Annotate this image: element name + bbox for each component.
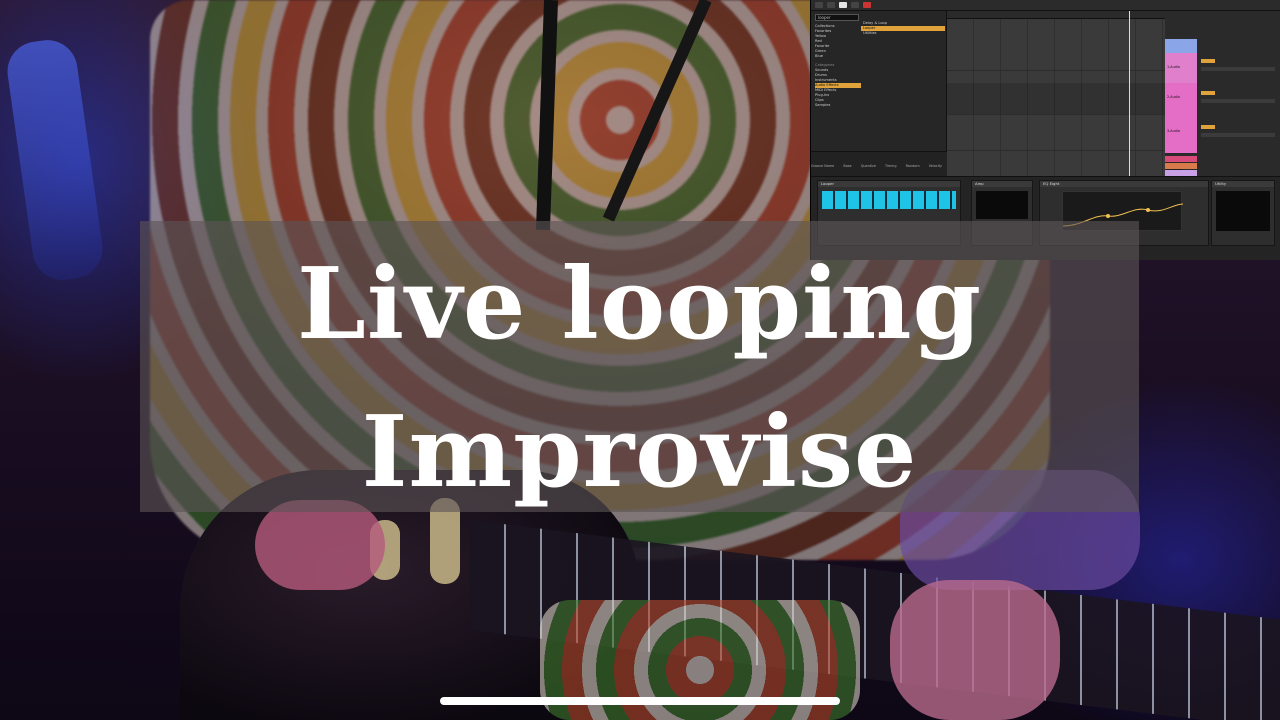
mixer-track: A Reverb <box>1165 156 1197 172</box>
browser-library-item: Samples <box>815 103 831 107</box>
title-line-2: Improvise <box>361 395 918 510</box>
picking-hand <box>255 500 385 590</box>
groove-label: Velocity <box>928 164 943 168</box>
groove-label: Base <box>843 164 852 168</box>
groove-label: Groove Name <box>811 164 835 168</box>
mixer-track <box>1165 39 1197 53</box>
track-mixer: 1-Audio 2-Audio 3-Audio A Reverb B Delay… <box>1165 11 1280 186</box>
home-indicator[interactable] <box>440 697 840 705</box>
mixer-track-name: 2-Audio <box>1167 95 1180 99</box>
mixer-control <box>1201 91 1215 95</box>
mixer-control <box>1201 125 1215 129</box>
mixer-track: 2-Audio <box>1165 83 1197 117</box>
mixer-control <box>1201 133 1275 137</box>
arrangement-lane <box>947 83 1165 115</box>
fretting-hand <box>890 580 1060 720</box>
arrangement-lane <box>947 119 1165 151</box>
groove-label: Timing <box>885 164 897 168</box>
playhead <box>1129 11 1130 176</box>
browser-files: Delay & Loop Looper Utilities <box>861 21 945 36</box>
mixer-track: 3-Audio <box>1165 117 1197 153</box>
record-icon <box>863 2 871 8</box>
transport-button <box>815 2 823 8</box>
play-icon <box>839 2 847 8</box>
mixer-control <box>1201 99 1275 103</box>
mixer-control <box>1201 59 1215 63</box>
utility-device: Utility <box>1211 180 1275 246</box>
groove-label: Quantize <box>860 164 876 168</box>
device-title: Utility <box>1212 181 1274 187</box>
looper-waveform <box>822 191 956 209</box>
mixer-control <box>1201 67 1275 71</box>
stop-icon <box>851 2 859 8</box>
mixer-track: B Delay <box>1165 163 1197 179</box>
timeline-ruler <box>947 11 1165 19</box>
device-display <box>1216 191 1270 231</box>
arrangement-lane <box>947 39 1165 71</box>
daw-transport-bar <box>811 0 1280 11</box>
groove-pool: Groove Name Base Quantize Timing Random … <box>811 151 947 176</box>
transport-button <box>827 2 835 8</box>
device-title: Looper <box>818 181 960 187</box>
browser-search-value: looper <box>818 15 831 20</box>
dreamcatcher-feathers <box>3 36 107 284</box>
device-title: Amp <box>972 181 1032 187</box>
browser-category: Blue <box>815 54 823 58</box>
mixer-track: 1-Audio <box>1165 53 1197 83</box>
title-line-1: Live looping <box>296 247 983 362</box>
groove-label: Random <box>905 164 920 168</box>
device-title: EQ Eight <box>1040 181 1208 187</box>
daw-browser: looper Collections Favorites Yellow Red … <box>811 11 947 176</box>
browser-categories: Collections Favorites Yellow Red Favorit… <box>815 24 861 108</box>
browser-search: looper <box>815 14 859 21</box>
amp-display <box>976 191 1028 219</box>
mixer-track-name: 1-Audio <box>1167 65 1180 69</box>
arrangement-view <box>947 11 1165 176</box>
daw-main-area: looper Collections Favorites Yellow Red … <box>811 11 1280 186</box>
browser-file: Utilities <box>863 31 877 35</box>
mixer-track-name: 3-Audio <box>1167 129 1180 133</box>
